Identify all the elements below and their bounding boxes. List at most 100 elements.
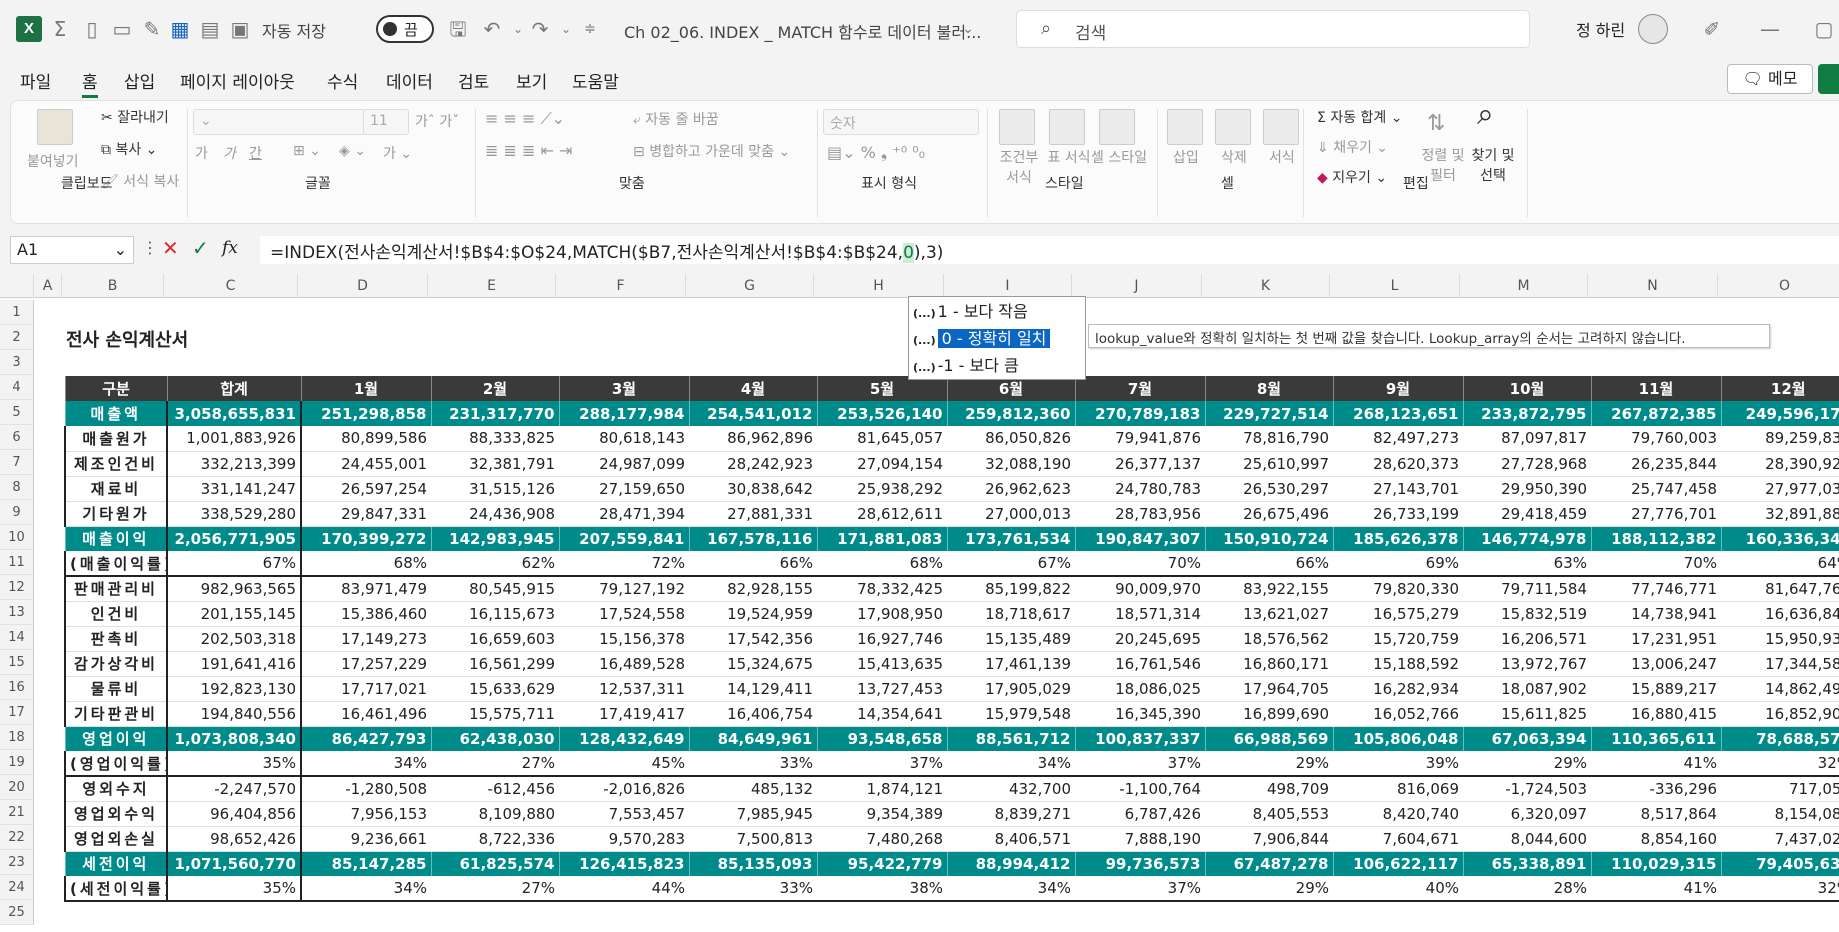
row-header[interactable]: 4 xyxy=(0,375,34,400)
value-cell[interactable]: 17,419,417 xyxy=(559,701,689,727)
value-cell[interactable]: 16,052,766 xyxy=(1333,701,1463,727)
value-cell[interactable]: -1,280,508 xyxy=(301,776,431,802)
value-cell[interactable]: 194,840,556 xyxy=(167,701,302,727)
value-cell[interactable]: 65,338,891 xyxy=(1462,851,1591,876)
column-header[interactable]: L xyxy=(1330,274,1460,298)
value-cell[interactable]: 1,001,883,926 xyxy=(167,426,302,452)
value-cell[interactable]: 8,854,160 xyxy=(1591,826,1721,852)
value-cell[interactable]: 68% xyxy=(817,551,947,577)
value-cell[interactable]: 29% xyxy=(1463,751,1591,777)
value-cell[interactable]: 128,432,649 xyxy=(558,726,689,751)
row-header[interactable]: 15 xyxy=(0,650,34,675)
value-cell[interactable]: 150,910,724 xyxy=(1204,526,1333,551)
value-cell[interactable]: 26,235,844 xyxy=(1591,451,1721,477)
value-cell[interactable]: 29,418,459 xyxy=(1463,501,1591,527)
value-cell[interactable]: 13,006,247 xyxy=(1591,651,1721,677)
share-button[interactable] xyxy=(1818,64,1839,94)
row-header[interactable]: 12 xyxy=(0,575,34,600)
value-cell[interactable]: -1,100,764 xyxy=(1075,776,1205,802)
grid-icon[interactable]: ▦ xyxy=(168,17,192,41)
paste-icon[interactable] xyxy=(37,109,73,145)
value-cell[interactable]: 14,354,641 xyxy=(817,701,947,727)
value-cell[interactable]: 29,847,331 xyxy=(301,501,431,527)
value-cell[interactable]: 485,132 xyxy=(689,776,817,802)
value-cell[interactable]: 432,700 xyxy=(947,776,1075,802)
find-icon[interactable]: ⌕ xyxy=(1477,97,1494,132)
value-cell[interactable]: 15,324,675 xyxy=(689,651,817,677)
value-cell[interactable]: 17,908,950 xyxy=(817,601,947,627)
value-cell[interactable]: 142,983,945 xyxy=(430,526,559,551)
row-header[interactable]: 16 xyxy=(0,675,34,700)
customize-qat-icon[interactable]: ≑ xyxy=(578,17,602,41)
value-cell[interactable]: 37% xyxy=(1075,876,1205,902)
delete-cells-icon[interactable] xyxy=(1215,109,1251,145)
value-cell[interactable]: 7,906,844 xyxy=(1205,826,1333,852)
value-cell[interactable]: 7,956,153 xyxy=(301,801,431,827)
row-label-cell[interactable]: 물류비 xyxy=(64,676,168,702)
row-header[interactable]: 23 xyxy=(0,850,34,875)
value-cell[interactable]: 81,645,057 xyxy=(817,426,947,452)
redo-chevron-icon[interactable]: ⌄ xyxy=(554,17,578,41)
format-cells-button[interactable]: 서식 xyxy=(1269,147,1295,167)
value-cell[interactable]: 17,905,029 xyxy=(947,676,1075,702)
row-label-cell[interactable]: 판매관리비 xyxy=(64,576,168,602)
value-cell[interactable]: 27,977,031 xyxy=(1721,476,1839,502)
value-cell[interactable]: 331,141,247 xyxy=(167,476,302,502)
value-cell[interactable]: 41% xyxy=(1591,751,1721,777)
column-header[interactable]: O xyxy=(1718,274,1839,298)
formula-input[interactable]: =INDEX(전사손익계산서!$B$4:$O$24,MATCH($B7,전사손익… xyxy=(260,236,1839,264)
value-cell[interactable]: 17,149,273 xyxy=(301,626,431,652)
value-cell[interactable]: 17,524,558 xyxy=(559,601,689,627)
value-cell[interactable]: 18,718,617 xyxy=(947,601,1075,627)
value-cell[interactable]: 34% xyxy=(301,876,431,902)
value-cell[interactable]: 77,746,771 xyxy=(1591,576,1721,602)
tab-help[interactable]: 도움말 xyxy=(572,68,619,93)
font-color-icon[interactable]: 가 ⌄ xyxy=(383,143,412,163)
value-cell[interactable]: 100,837,337 xyxy=(1074,726,1205,751)
row-label-cell[interactable]: 영업외수익 xyxy=(64,801,168,827)
value-cell[interactable]: 27,094,154 xyxy=(817,451,947,477)
row-label-cell[interactable]: 매출원가 xyxy=(64,426,168,452)
value-cell[interactable]: 15,611,825 xyxy=(1463,701,1591,727)
value-cell[interactable]: 82,928,155 xyxy=(689,576,817,602)
value-cell[interactable]: 7,888,190 xyxy=(1075,826,1205,852)
value-cell[interactable]: 39% xyxy=(1333,751,1463,777)
value-cell[interactable]: 17,231,951 xyxy=(1591,626,1721,652)
value-cell[interactable]: 106,622,117 xyxy=(1332,851,1463,876)
value-cell[interactable]: 31,515,126 xyxy=(431,476,559,502)
value-cell[interactable]: 26,377,137 xyxy=(1075,451,1205,477)
value-cell[interactable]: 70% xyxy=(1075,551,1205,577)
row-label-cell[interactable]: 세전이익 xyxy=(64,851,168,876)
value-cell[interactable]: 17,344,588 xyxy=(1721,651,1839,677)
value-cell[interactable]: 190,847,307 xyxy=(1074,526,1205,551)
value-cell[interactable]: 253,526,140 xyxy=(816,401,947,426)
value-cell[interactable]: 18,086,025 xyxy=(1075,676,1205,702)
table-header-cell[interactable]: 12월 xyxy=(1720,376,1839,401)
value-cell[interactable]: 185,626,378 xyxy=(1332,526,1463,551)
value-cell[interactable]: 13,727,453 xyxy=(817,676,947,702)
value-cell[interactable]: 14,862,493 xyxy=(1721,676,1839,702)
value-cell[interactable]: 8,405,553 xyxy=(1205,801,1333,827)
value-cell[interactable]: 8,839,271 xyxy=(947,801,1075,827)
value-cell[interactable]: 98,652,426 xyxy=(167,826,302,852)
value-cell[interactable]: 81,647,767 xyxy=(1721,576,1839,602)
conditional-format-button[interactable]: 조건부 서식 xyxy=(997,147,1041,187)
row-label-cell[interactable]: 인건비 xyxy=(64,601,168,627)
border-icon[interactable]: ⊞ ⌄ xyxy=(293,143,321,159)
tab-home[interactable]: 홈 xyxy=(82,68,98,98)
value-cell[interactable]: 8,109,880 xyxy=(431,801,559,827)
value-cell[interactable]: 6,787,426 xyxy=(1075,801,1205,827)
table-header-cell[interactable]: 7월 xyxy=(1074,376,1205,401)
value-cell[interactable]: 16,575,279 xyxy=(1333,601,1463,627)
value-cell[interactable]: 16,561,299 xyxy=(431,651,559,677)
clear-format-icon[interactable]: ▯ xyxy=(80,17,104,41)
autocomplete-option[interactable]: (...) 1 - 보다 작음 xyxy=(913,299,1083,325)
value-cell[interactable]: 229,727,514 xyxy=(1204,401,1333,426)
row-label-cell[interactable]: (세전이익률) xyxy=(64,876,168,902)
column-header[interactable]: D xyxy=(298,274,428,298)
tab-file[interactable]: 파일 xyxy=(20,68,51,93)
value-cell[interactable]: 15,889,217 xyxy=(1591,676,1721,702)
value-cell[interactable]: 95,422,779 xyxy=(816,851,947,876)
value-cell[interactable]: 79,711,584 xyxy=(1463,576,1591,602)
row-header[interactable]: 22 xyxy=(0,825,34,850)
